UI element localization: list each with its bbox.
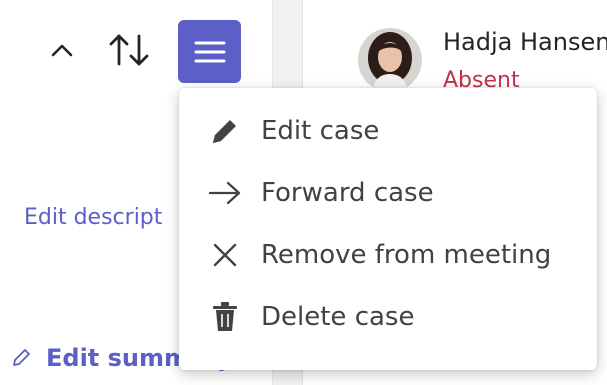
person-name: Hadja Hansen xyxy=(443,28,607,56)
menu-item-edit-case[interactable]: Edit case xyxy=(179,100,597,162)
menu-item-forward-case[interactable]: Forward case xyxy=(179,162,597,224)
avatar[interactable] xyxy=(358,28,422,92)
edit-description-link[interactable]: Edit descript xyxy=(24,205,180,230)
arrow-right-icon xyxy=(207,175,243,211)
pencil-outline-icon xyxy=(13,349,30,366)
menu-item-label: Delete case xyxy=(261,302,415,332)
menu-item-remove-from-meeting[interactable]: Remove from meeting xyxy=(179,224,597,286)
menu-item-label: Forward case xyxy=(261,178,434,208)
menu-item-label: Remove from meeting xyxy=(261,240,552,270)
menu-item-delete-case[interactable]: Delete case xyxy=(179,286,597,348)
close-icon xyxy=(207,237,243,273)
sort-arrows-icon xyxy=(109,34,149,66)
person-photo-icon xyxy=(358,28,422,92)
chevron-up-icon xyxy=(51,44,73,57)
more-options-button[interactable] xyxy=(178,20,241,83)
menu-item-label: Edit case xyxy=(261,116,380,146)
case-options-menu: Edit case Forward case Remove from meeti… xyxy=(179,88,597,370)
trash-icon xyxy=(207,299,243,335)
collapse-button[interactable] xyxy=(44,32,80,68)
hamburger-icon xyxy=(194,41,225,62)
pencil-icon xyxy=(207,113,243,149)
sort-button[interactable] xyxy=(104,28,154,72)
